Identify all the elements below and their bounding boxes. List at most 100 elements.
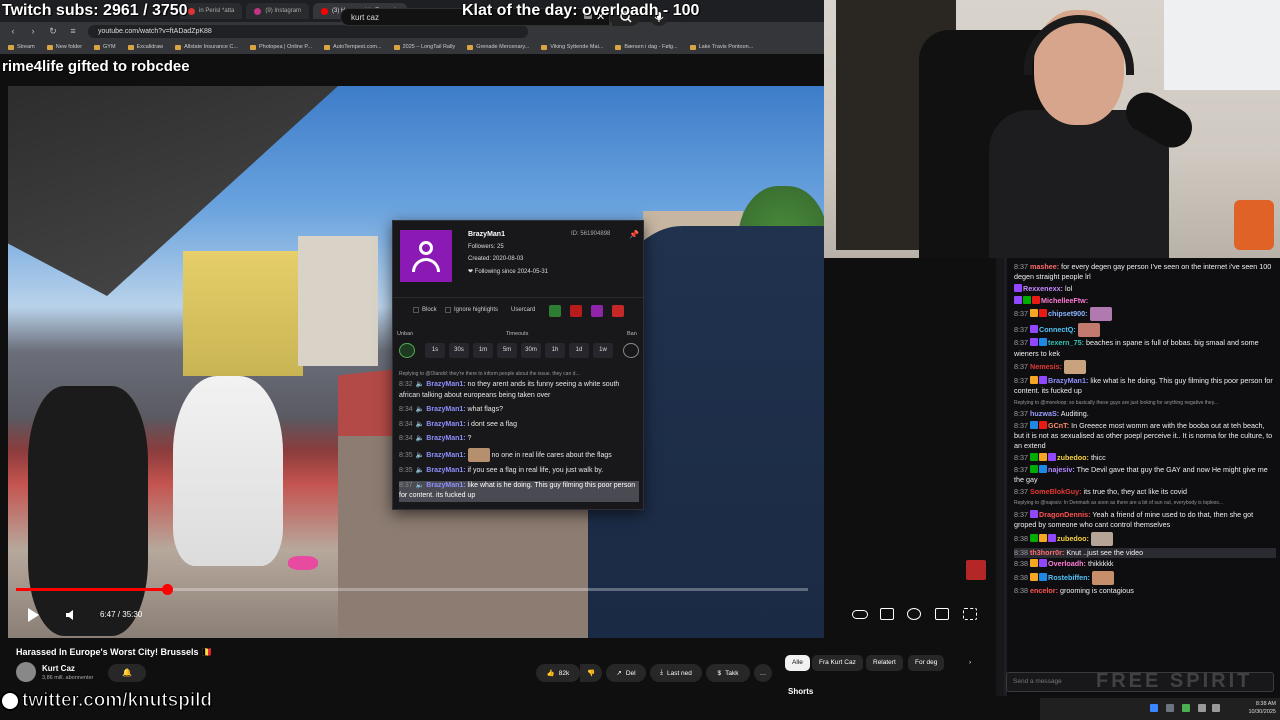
sword-icon[interactable] — [570, 305, 582, 317]
chat-username[interactable]: zubedoo: — [1057, 534, 1089, 543]
video-progress-bar[interactable] — [16, 584, 808, 595]
chat-badge-icon[interactable] — [1039, 464, 1047, 473]
chat-badge-icon[interactable] — [1039, 375, 1047, 384]
chat-badge-icon[interactable] — [1030, 533, 1038, 542]
timeout-button[interactable]: 1s — [425, 343, 445, 358]
chat-username[interactable]: najesiv: — [1048, 465, 1075, 474]
usercard-username[interactable]: BrazyMan1 — [468, 231, 505, 238]
message-user[interactable]: BrazyMan1: — [426, 482, 465, 489]
message-user[interactable]: BrazyMan1: — [426, 452, 465, 459]
chip-for-you[interactable]: For deg — [908, 655, 945, 671]
chat-username[interactable]: GCnT: — [1048, 421, 1069, 430]
block-checkbox[interactable]: Block — [413, 307, 437, 313]
bookmark-item[interactable]: 2025 – LongTail Rally — [393, 44, 455, 50]
bookmark-item[interactable]: Photopea | Online P... — [249, 44, 312, 50]
tray-app-icon[interactable] — [1150, 704, 1158, 712]
subtitles-icon[interactable] — [880, 608, 894, 620]
speaker-icon[interactable] — [1212, 704, 1220, 712]
chat-username[interactable]: SomeBlokGuy: — [1030, 487, 1082, 496]
browser-tab[interactable]: in Perisl *atta — [180, 3, 243, 19]
chat-badge-icon[interactable] — [1048, 453, 1056, 462]
miniplayer-icon[interactable] — [935, 608, 949, 620]
unban-icon[interactable] — [399, 343, 415, 358]
chat-username[interactable]: mashee: — [1030, 262, 1059, 271]
timeout-button[interactable]: 1m — [473, 343, 493, 358]
chat-username[interactable]: MichelleeFtw: — [1041, 296, 1088, 305]
chat-badge-icon[interactable] — [1030, 324, 1038, 333]
heart-icon[interactable] — [612, 305, 624, 317]
bookmark-item[interactable]: GYM — [94, 44, 116, 50]
chat-username[interactable]: huzwaS: — [1030, 409, 1059, 418]
chat-badge-icon[interactable] — [1030, 375, 1038, 384]
bookmark-item[interactable]: Viking Syttende Mai... — [541, 44, 603, 50]
download-button[interactable]: ⤓ Last ned — [650, 664, 702, 682]
chat-badge-icon[interactable] — [1030, 464, 1038, 473]
more-actions-button[interactable]: … — [754, 664, 772, 682]
gem-icon[interactable] — [591, 305, 603, 317]
url-field[interactable]: youtube.com/watch?v=ftADadZpK88 — [88, 24, 528, 38]
chat-badge-icon[interactable] — [1039, 453, 1047, 462]
chat-badge-icon[interactable] — [1039, 559, 1047, 568]
chat-badge-icon[interactable] — [1030, 559, 1038, 568]
thanks-button[interactable]: $ Takk — [706, 664, 750, 682]
tray-app-icon[interactable] — [1166, 704, 1174, 712]
chat-username[interactable]: Rostebiffen: — [1048, 573, 1090, 582]
message-user[interactable]: BrazyMan1: — [426, 421, 465, 428]
timeout-button[interactable]: 30m — [521, 343, 541, 358]
message-user[interactable]: BrazyMan1: — [426, 381, 465, 388]
bookmark-item[interactable]: AutoTempest.com... — [323, 44, 382, 50]
chat-username[interactable]: Nemesis: — [1030, 362, 1062, 371]
reload-icon[interactable]: ↻ — [48, 26, 58, 37]
channel-name[interactable]: Kurt Caz — [42, 664, 75, 673]
chat-badge-icon[interactable] — [1014, 283, 1022, 292]
chat-username[interactable]: zubedoo: — [1057, 453, 1089, 462]
chat-badge-icon[interactable] — [1030, 453, 1038, 462]
fullscreen-icon[interactable] — [963, 608, 977, 620]
chip-all[interactable]: Alle — [785, 655, 810, 671]
ban-icon[interactable] — [623, 343, 639, 358]
forward-arrow-icon[interactable]: › — [28, 26, 38, 36]
usercard-link[interactable]: Usercard — [511, 307, 535, 313]
ignore-highlights-checkbox[interactable]: Ignore highlights — [445, 307, 498, 313]
chat-username[interactable]: Overloadh: — [1048, 559, 1086, 568]
chat-badge-icon[interactable] — [1039, 533, 1047, 542]
bookmark-item[interactable]: Bærsen i dag - Følg... — [615, 44, 678, 50]
chat-badge-icon[interactable] — [1048, 533, 1056, 542]
chat-badge-icon[interactable] — [1032, 295, 1040, 304]
chat-badge-icon[interactable] — [1039, 309, 1047, 318]
notification-bell-button[interactable]: 🔔 — [108, 664, 146, 682]
chat-username[interactable]: chipset900: — [1048, 309, 1088, 318]
back-arrow-icon[interactable]: ‹ — [8, 26, 18, 36]
message-user[interactable]: BrazyMan1: — [426, 467, 465, 474]
timeout-button[interactable]: 1w — [593, 343, 613, 358]
chat-badge-icon[interactable] — [1030, 309, 1038, 318]
chat-username[interactable]: DragonDennis: — [1039, 510, 1091, 519]
message-user[interactable]: BrazyMan1: — [426, 406, 465, 413]
chat-scrollbar[interactable] — [996, 258, 1004, 696]
chat-username[interactable]: BrazyMan1: — [1048, 376, 1088, 385]
chat-badge-icon[interactable] — [1023, 295, 1031, 304]
tray-app-icon[interactable] — [1182, 704, 1190, 712]
settings-gear-icon[interactable] — [907, 608, 921, 620]
bookmark-item[interactable]: Stream — [8, 44, 35, 50]
timeout-button[interactable]: 30s — [449, 343, 469, 358]
chat-badge-icon[interactable] — [1039, 421, 1047, 430]
chat-username[interactable]: texern_75: — [1048, 338, 1084, 347]
chat-username[interactable]: ConnectQ: — [1039, 325, 1076, 334]
message-user[interactable]: BrazyMan1: — [426, 435, 465, 442]
chat-username[interactable]: Rexxenexx: — [1023, 284, 1063, 293]
browser-tab[interactable]: (9) Instagram — [246, 3, 310, 19]
like-button[interactable]: 👍 82k — [536, 664, 580, 682]
chat-badge-icon[interactable] — [1014, 295, 1022, 304]
bookmark-item[interactable]: Allstate Insurance C... — [175, 44, 238, 50]
chat-badge-icon[interactable] — [1030, 510, 1038, 519]
chat-username[interactable]: th3horr0r: — [1030, 548, 1064, 557]
channel-watermark-icon[interactable] — [966, 560, 986, 580]
chip-related[interactable]: Relatert — [866, 655, 903, 671]
bookmark-item[interactable]: Lake Travis Pontoon... — [689, 44, 753, 50]
chat-badge-icon[interactable] — [1030, 338, 1038, 347]
chat-badge-icon[interactable] — [1030, 572, 1038, 581]
play-icon[interactable] — [24, 606, 42, 624]
pin-icon[interactable]: 📌 — [629, 230, 639, 239]
chat-badge-icon[interactable] — [1039, 572, 1047, 581]
